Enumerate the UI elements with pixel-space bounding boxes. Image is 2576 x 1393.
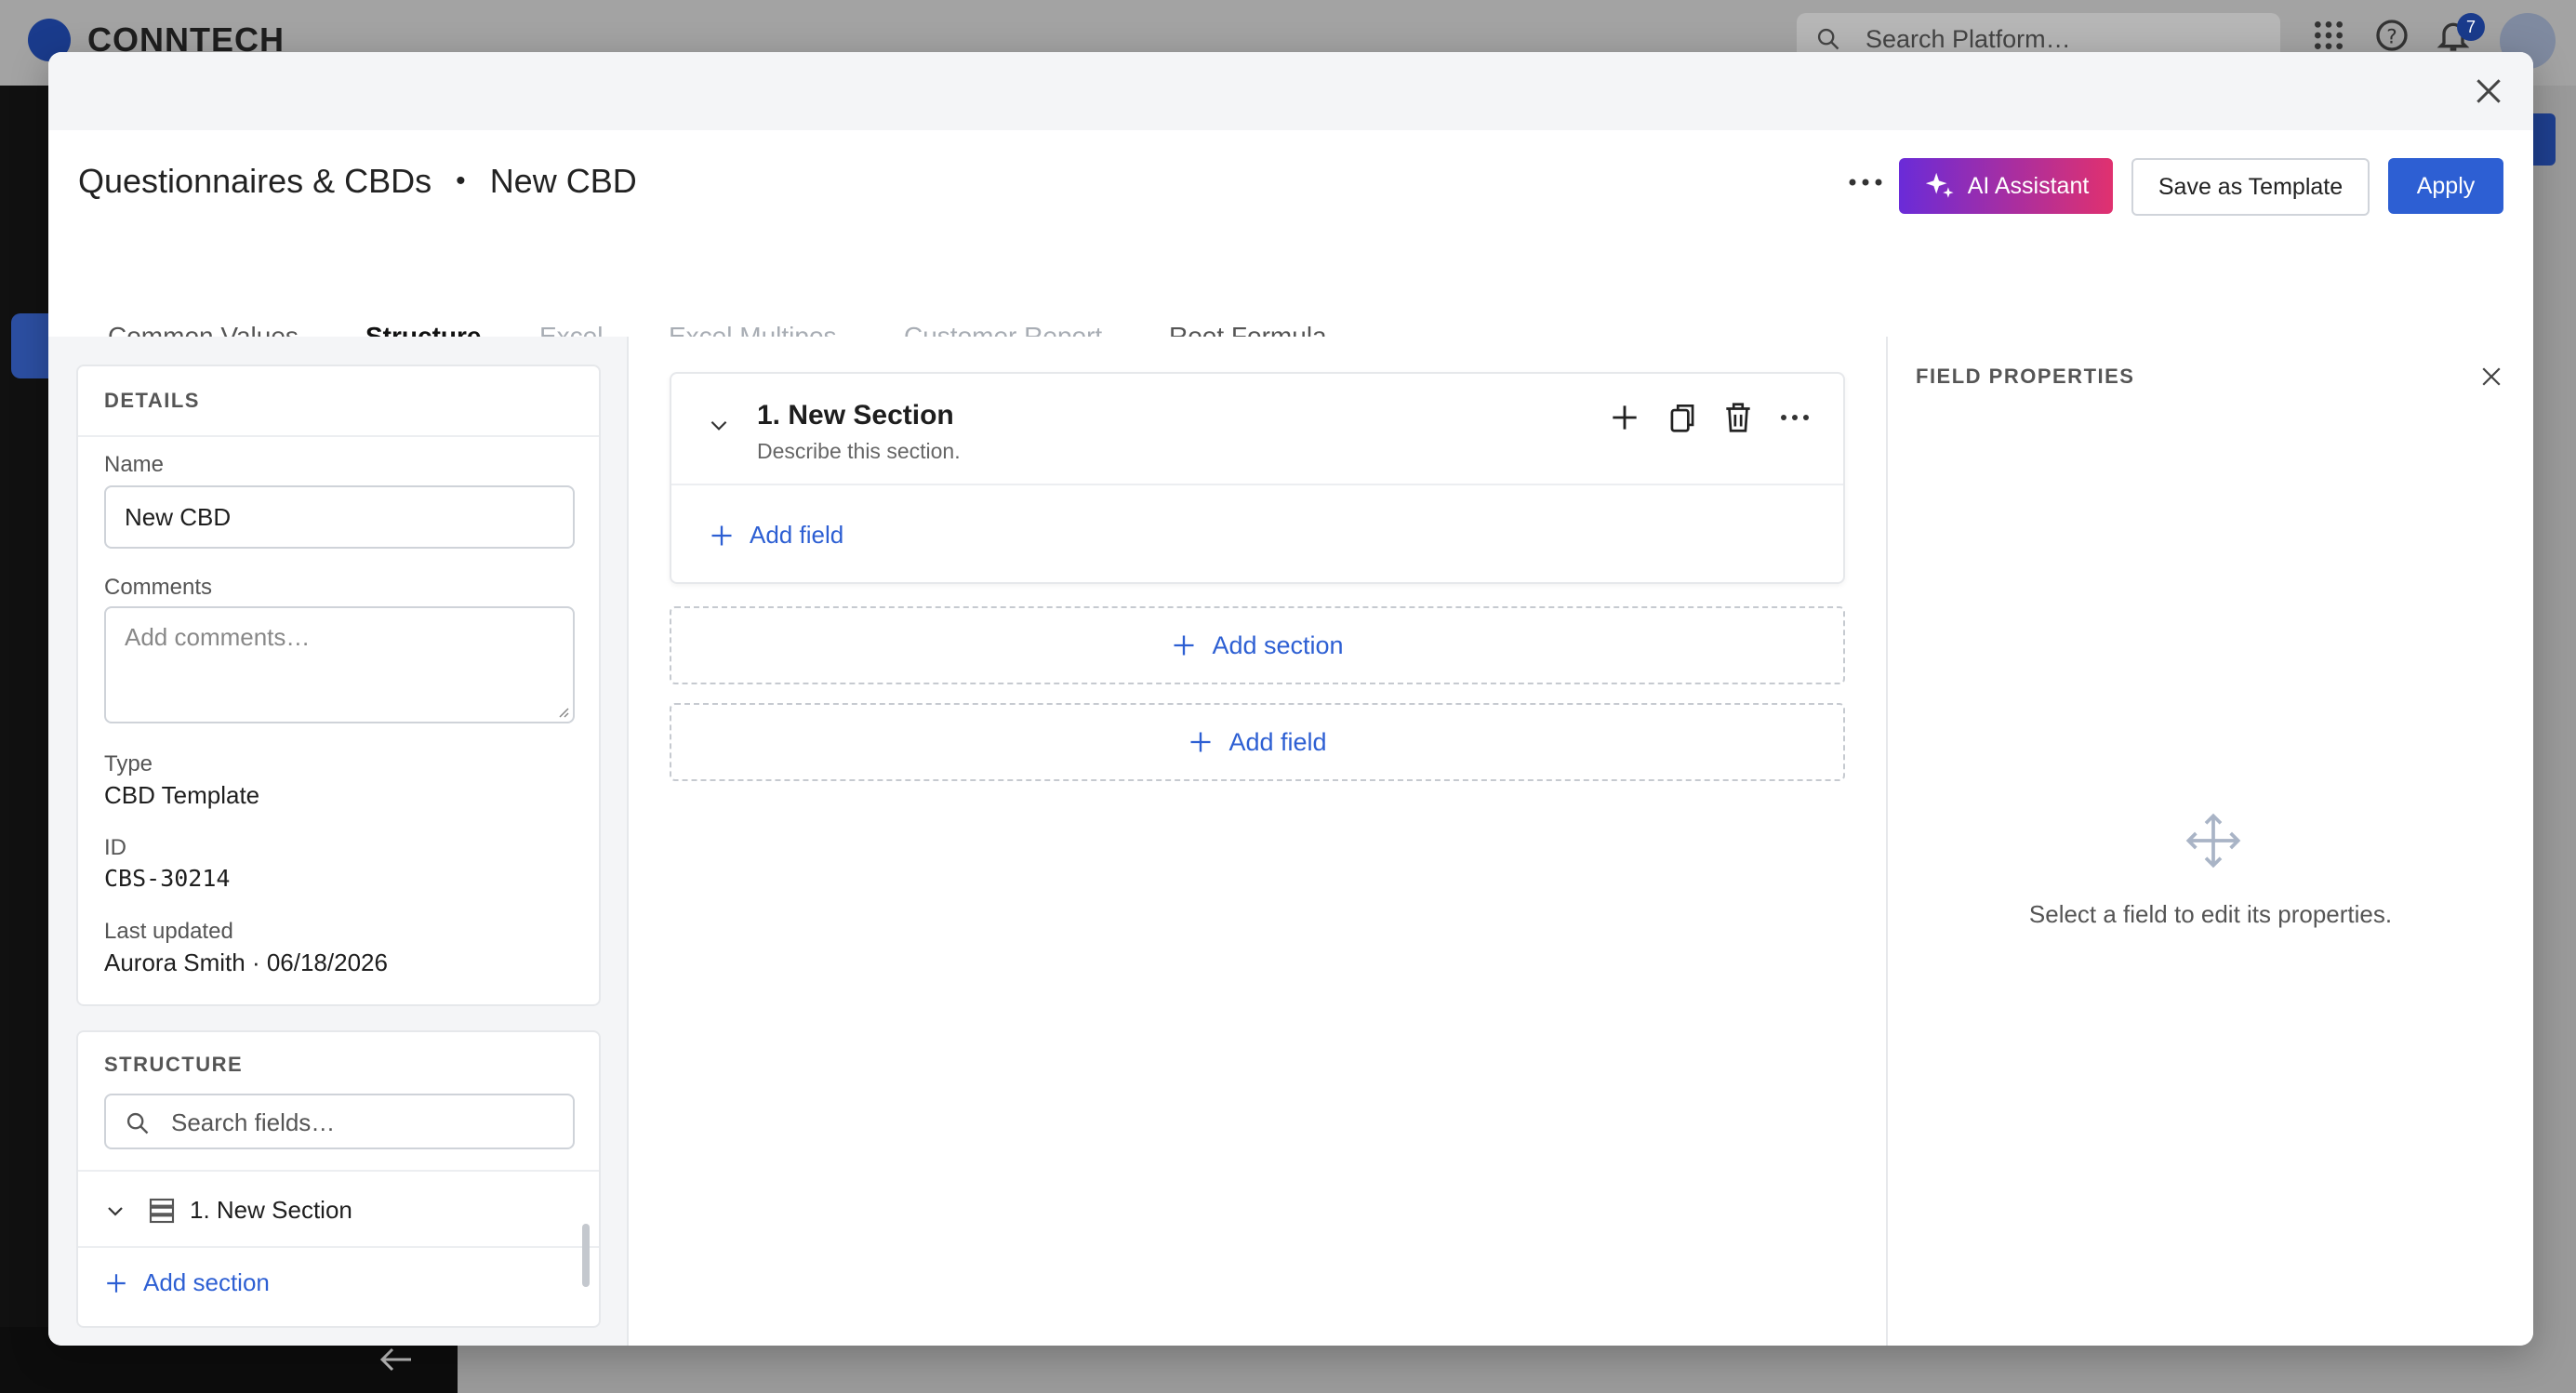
plus-icon: [1174, 635, 1194, 656]
comments-label: Comments: [104, 575, 213, 600]
plus-icon: [1190, 732, 1211, 752]
field-search-placeholder: Search fields…: [171, 1108, 336, 1136]
add-field-label: Add field: [1228, 727, 1327, 756]
add-field-button[interactable]: Add field: [670, 703, 1845, 781]
field-search-input[interactable]: Search fields…: [104, 1094, 575, 1149]
plus-icon: [107, 1273, 126, 1293]
section-add-field-button[interactable]: Add field: [709, 521, 843, 550]
name-input[interactable]: New CBD: [104, 485, 575, 549]
type-label: Type: [104, 751, 153, 776]
last-updated-label: Last updated: [104, 919, 233, 944]
trash-icon[interactable]: [1720, 400, 1756, 435]
ai-assistant-label: AI Assistant: [1967, 172, 2090, 199]
apps-grid-icon[interactable]: [2310, 17, 2347, 54]
ai-assistant-button[interactable]: AI Assistant: [1899, 158, 2113, 214]
tree-item-section[interactable]: 1. New Section: [78, 1170, 599, 1248]
add-section-button[interactable]: Add section: [670, 606, 1845, 684]
structure-scrollbar[interactable]: [582, 1224, 590, 1287]
app-sidebar: [0, 86, 48, 1327]
close-icon[interactable]: [2477, 363, 2505, 391]
section-add-field-label: Add field: [750, 521, 844, 549]
search-icon: [1817, 28, 1839, 50]
id-label: ID: [104, 835, 126, 860]
comments-placeholder: Add comments…: [125, 623, 311, 651]
tree-add-section-label: Add section: [143, 1268, 270, 1296]
details-title: DETAILS: [78, 366, 599, 437]
breadcrumb-separator: •: [456, 166, 466, 196]
move-icon: [2185, 813, 2241, 869]
chevron-down-icon[interactable]: [104, 1200, 126, 1222]
section-title[interactable]: 1. New Section: [757, 400, 954, 431]
tree-item-label: 1. New Section: [190, 1196, 352, 1224]
field-properties-title: FIELD PROPERTIES: [1916, 365, 2135, 388]
close-icon[interactable]: [2470, 73, 2507, 110]
add-section-label: Add section: [1212, 630, 1344, 659]
section-card: 1. New Section Describe this section. Ad…: [670, 372, 1845, 584]
type-value: CBD Template: [104, 781, 260, 809]
svg-text:?: ?: [2386, 25, 2397, 48]
resize-handle-icon[interactable]: [554, 703, 569, 718]
section-description[interactable]: Describe this section.: [757, 439, 961, 464]
comments-textarea[interactable]: Add comments…: [104, 606, 575, 723]
platform-search-placeholder: Search Platform…: [1866, 25, 2071, 53]
sidebar-active-item[interactable]: [11, 313, 48, 378]
notification-badge: 7: [2457, 13, 2485, 41]
breadcrumb-current: New CBD: [489, 162, 637, 200]
id-value: CBS-30214: [104, 865, 231, 892]
tree-add-section-button[interactable]: Add section: [104, 1268, 270, 1297]
structure-card: STRUCTURE Search fields… 1. New Section …: [76, 1030, 601, 1328]
add-icon[interactable]: [1607, 400, 1642, 435]
cbd-editor-modal: Questionnaires & CBDs • New CBD AI Assis…: [48, 52, 2533, 1346]
field-properties-panel: FIELD PROPERTIES Select a field to edit …: [1886, 337, 2533, 1346]
name-label: Name: [104, 452, 165, 477]
help-icon[interactable]: ?: [2373, 17, 2410, 54]
details-card: DETAILS Name New CBD Comments Add commen…: [76, 365, 601, 1006]
section-icon: [149, 1198, 175, 1224]
more-options-icon[interactable]: [1841, 164, 1890, 201]
sparkle-icon: [1925, 172, 1954, 198]
breadcrumb: Questionnaires & CBDs • New CBD: [78, 162, 637, 201]
breadcrumb-parent[interactable]: Questionnaires & CBDs: [78, 162, 432, 201]
duplicate-icon[interactable]: [1665, 400, 1700, 435]
collapse-arrow-icon[interactable]: [378, 1344, 415, 1375]
save-as-template-button[interactable]: Save as Template: [2131, 158, 2370, 216]
structure-title: STRUCTURE: [104, 1053, 244, 1076]
apply-button[interactable]: Apply: [2388, 158, 2503, 214]
structure-editor: 1. New Section Describe this section. Ad…: [629, 337, 1886, 1346]
more-options-icon[interactable]: [1774, 402, 1815, 433]
modal-header-strip: [48, 52, 2533, 130]
last-updated-value: Aurora Smith · 06/18/2026: [104, 949, 388, 976]
chevron-down-icon[interactable]: [707, 413, 731, 437]
field-properties-empty-text: Select a field to edit its properties.: [2028, 900, 2393, 928]
left-panel: DETAILS Name New CBD Comments Add commen…: [48, 337, 629, 1346]
section-header: 1. New Section Describe this section.: [671, 374, 1843, 485]
search-icon: [126, 1112, 149, 1134]
plus-icon: [711, 525, 732, 545]
